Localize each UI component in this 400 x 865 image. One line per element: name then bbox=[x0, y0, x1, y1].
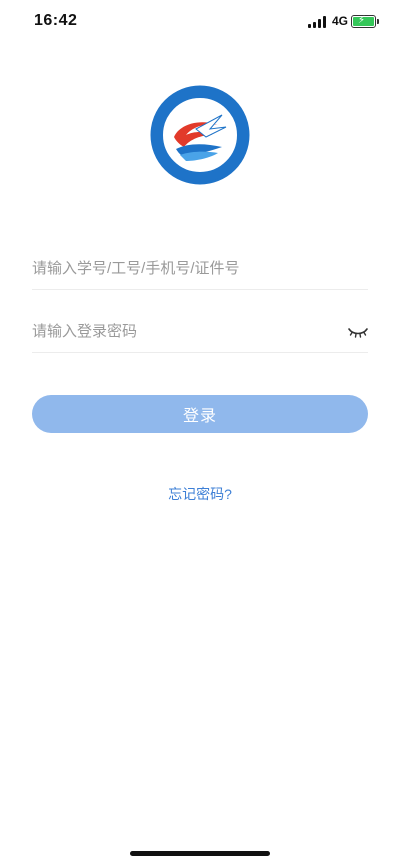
college-logo-icon bbox=[150, 85, 250, 185]
battery-cap bbox=[377, 19, 379, 24]
signal-icon bbox=[308, 16, 328, 28]
network-type: 4G bbox=[332, 14, 349, 28]
forgot-password-link[interactable]: 忘记密码? bbox=[0, 484, 400, 504]
battery-charging-icon: ⚡ bbox=[351, 15, 376, 28]
status-time: 16:42 bbox=[34, 12, 78, 29]
login-button[interactable]: 登录 bbox=[32, 395, 368, 433]
username-input[interactable] bbox=[32, 248, 368, 289]
username-field bbox=[32, 248, 368, 290]
password-input[interactable] bbox=[32, 311, 332, 352]
home-indicator bbox=[130, 851, 270, 856]
status-bar: 16:42 4G ⚡ bbox=[0, 0, 400, 44]
eye-closed-icon[interactable] bbox=[348, 325, 368, 339]
password-field bbox=[32, 311, 368, 353]
